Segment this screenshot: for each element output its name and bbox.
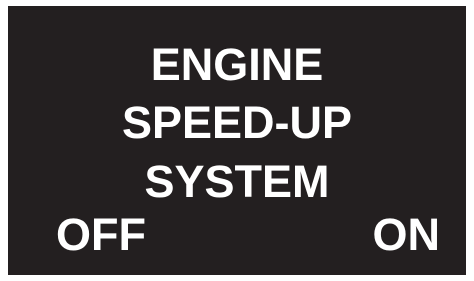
engine-speed-up-label-panel: ENGINE SPEED-UP SYSTEM OFF ON <box>8 6 466 275</box>
title-line-speed-up: SPEED-UP <box>121 97 353 148</box>
title-line-engine: ENGINE <box>150 39 324 90</box>
title-line-system: SYSTEM <box>144 156 330 207</box>
off-label: OFF <box>56 209 146 260</box>
on-label: ON <box>372 209 441 260</box>
